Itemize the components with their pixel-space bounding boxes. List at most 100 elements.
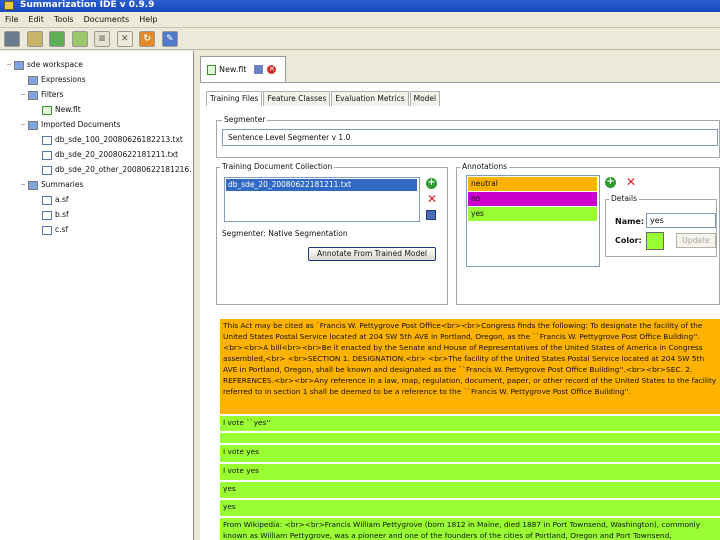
annotation-item-no[interactable]: no	[468, 192, 597, 206]
file-icon	[42, 135, 52, 145]
tree-item-label: b.sf	[55, 210, 69, 219]
save-collection-icon[interactable]	[426, 210, 436, 220]
run-icon[interactable]: ✎	[161, 31, 178, 47]
app-icon	[4, 1, 14, 10]
tree-item[interactable]: db_sde_20_20080622181211.txt	[34, 149, 178, 161]
tree-item-label: db_sde_20_20080622181211.txt	[55, 150, 179, 159]
training-file-item[interactable]: db_sde_20_20080622181211.txt	[226, 179, 417, 191]
segmenter-select[interactable]: Sentence Level Segmenter v 1.0	[222, 129, 718, 146]
close-tab-icon[interactable]: ✕	[267, 65, 277, 74]
tree-item[interactable]: New.flt	[34, 104, 81, 116]
new-summary-icon[interactable]: ≡	[94, 31, 111, 47]
toolbar: ≡ ✕ ↻ ✎	[0, 28, 720, 50]
tree-item[interactable]: db_sde_20_other_20080622181216.	[34, 164, 192, 176]
filter-editor: Training Files Feature Classes Evaluatio…	[200, 82, 720, 540]
add-annotation-icon[interactable]: +	[605, 177, 616, 188]
training-collection-label: Training Document Collection	[220, 162, 335, 171]
remove-annotation-icon[interactable]: ✕	[626, 176, 636, 188]
add-file-icon[interactable]: +	[426, 178, 437, 189]
title-bar: Summarization IDE v 0.9.9	[0, 0, 720, 12]
tree-item[interactable]: b.sf	[34, 209, 69, 221]
tree-item[interactable]: c.sf	[34, 224, 68, 236]
tree-item-label: Imported Documents	[41, 120, 121, 129]
filter-file-icon	[207, 64, 216, 75]
file-icon	[42, 105, 52, 115]
expand-toggle-icon[interactable]: −	[20, 119, 26, 131]
annotation-list[interactable]: neutral no yes	[466, 175, 600, 267]
update-button[interactable]: Update	[676, 233, 716, 248]
menu-documents[interactable]: Documents	[79, 12, 135, 28]
tree-item-label: db_sde_100_20080626182213.txt	[55, 135, 183, 144]
text-segment[interactable]: yes	[220, 482, 720, 499]
folder-icon	[28, 90, 38, 100]
editor-tab-newflt[interactable]: New.flt ✕	[200, 56, 286, 82]
tree-item-label: c.sf	[55, 225, 69, 234]
text-segment[interactable]: From Wikipedia: <br><br>Francis William …	[220, 518, 720, 540]
tree-item[interactable]: a.sf	[34, 194, 69, 206]
annotate-from-model-button[interactable]: Annotate From Trained Model	[308, 247, 436, 261]
segmenter-status-text: Segmenter: Native Segmentation	[222, 229, 348, 238]
remove-file-icon[interactable]: ✕	[427, 193, 437, 205]
tab-evaluation-metrics[interactable]: Evaluation Metrics	[331, 91, 409, 106]
tree-item-label: Filters	[41, 90, 64, 99]
text-segment[interactable]: yes	[220, 500, 720, 517]
tree-item-label: a.sf	[55, 195, 69, 204]
text-segment[interactable]: I vote ``yes''	[220, 416, 720, 432]
folder-icon	[28, 75, 38, 85]
folder-icon	[14, 60, 24, 70]
color-label: Color:	[615, 236, 642, 245]
workspace-tree: − sde workspace Expressions − Filters New.flt…	[0, 51, 194, 540]
text-segment[interactable]: This Act may be cited as `Francis W. Pet…	[220, 319, 720, 415]
file-icon	[42, 165, 52, 175]
tree-item[interactable]: − sde workspace	[6, 59, 83, 71]
menu-tools[interactable]: Tools	[49, 12, 79, 28]
editor-pane: New.flt ✕ Training Files Feature Classes…	[196, 51, 720, 540]
delete-icon[interactable]: ✕	[116, 31, 133, 47]
tree-item[interactable]: db_sde_100_20080626182213.txt	[34, 134, 183, 146]
text-segment[interactable]: I vote yes	[220, 445, 720, 463]
color-swatch[interactable]	[646, 232, 664, 250]
file-icon	[42, 210, 52, 220]
open-icon[interactable]	[26, 31, 43, 47]
tree-item-label: sde workspace	[27, 60, 83, 69]
editor-tab-label: New.flt	[219, 65, 247, 74]
tab-training-files[interactable]: Training Files	[206, 91, 263, 106]
annotation-item-yes[interactable]: yes	[468, 207, 597, 221]
tree-item[interactable]: − Imported Documents	[20, 119, 120, 131]
tree-item[interactable]: − Filters	[20, 89, 63, 101]
tree-item-label: db_sde_20_other_20080622181216.	[55, 165, 192, 174]
file-icon	[42, 150, 52, 160]
menu-help[interactable]: Help	[134, 12, 162, 28]
expand-toggle-icon[interactable]: −	[6, 59, 12, 71]
window-title: Summarization IDE v 0.9.9	[20, 0, 155, 10]
menu-bar: File Edit Tools Documents Help	[0, 12, 720, 28]
annotations-group-label: Annotations	[460, 162, 510, 171]
tree-item[interactable]: Expressions	[20, 74, 86, 86]
folder-icon	[28, 120, 38, 130]
refresh-icon[interactable]: ↻	[139, 31, 156, 47]
save-icon[interactable]	[254, 65, 264, 74]
folder-icon	[28, 180, 38, 190]
add-filter-icon[interactable]	[71, 31, 88, 47]
file-icon	[42, 225, 52, 235]
expand-toggle-icon[interactable]: −	[20, 89, 26, 101]
name-label: Name:	[615, 217, 645, 226]
text-segment[interactable]	[220, 433, 720, 444]
file-icon	[42, 195, 52, 205]
tree-item-label: New.flt	[55, 105, 81, 114]
menu-edit[interactable]: Edit	[23, 12, 49, 28]
expand-toggle-icon[interactable]: −	[20, 179, 26, 191]
annotation-item-neutral[interactable]: neutral	[468, 177, 597, 191]
add-document-icon[interactable]	[49, 31, 66, 47]
annotation-name-input[interactable]: yes	[646, 213, 716, 228]
menu-file[interactable]: File	[0, 12, 23, 28]
tab-model[interactable]: Model	[409, 91, 441, 106]
tab-feature-classes[interactable]: Feature Classes	[263, 91, 331, 106]
text-segment[interactable]: I vote yes	[220, 464, 720, 481]
details-group-label: Details	[609, 194, 640, 203]
tree-item[interactable]: − Summaries	[20, 179, 83, 191]
segmenter-group-label: Segmenter	[222, 115, 268, 124]
training-file-list[interactable]: db_sde_20_20080622181211.txt	[224, 177, 420, 222]
tree-item-label: Expressions	[41, 75, 86, 84]
new-workspace-icon[interactable]	[4, 31, 20, 47]
